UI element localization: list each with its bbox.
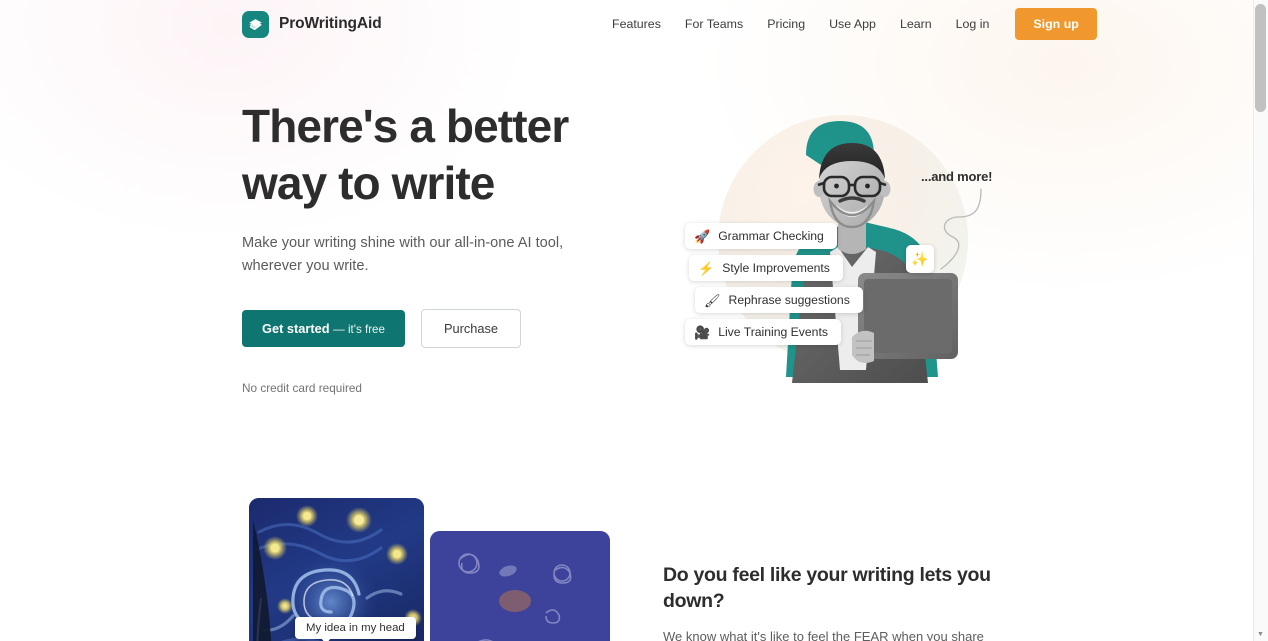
feature-card-grammar-checking[interactable]: 🚀 Grammar Checking — [685, 223, 837, 249]
rocket-icon: 🚀 — [694, 228, 711, 244]
feature-card-label: Grammar Checking — [718, 229, 824, 243]
writing-lets-you-down-section: My idea in my head Do you feel like your… — [0, 470, 1253, 641]
get-started-button[interactable]: Get started — it's free — [242, 310, 405, 347]
section-two-copy: Do you feel like your writing lets you d… — [663, 562, 1023, 641]
get-started-sublabel: — it's free — [333, 323, 385, 336]
nav-item-features[interactable]: Features — [600, 11, 673, 37]
hero-subtitle: Make your writing shine with our all-in-… — [242, 235, 564, 274]
feature-card-list: 🚀 Grammar Checking ⚡ Style Improvements … — [685, 223, 863, 345]
hero-illustration: ...and more! ✨ 🚀 Grammar Checking ⚡ Styl… — [655, 95, 1025, 395]
sparse-painting-card — [430, 531, 610, 641]
sparkle-badge-icon: ✨ — [906, 245, 934, 273]
section-two-title: Do you feel like your writing lets you d… — [663, 564, 991, 612]
hero-title: There's a better way to write — [242, 98, 642, 212]
feature-card-style-improvements[interactable]: ⚡ Style Improvements — [689, 255, 843, 281]
paintbrush-icon: 🖌 — [704, 292, 721, 308]
nav-item-log-in[interactable]: Log in — [944, 11, 1002, 37]
nav-item-use-app[interactable]: Use App — [817, 11, 888, 37]
video-camera-icon: 🎥 — [694, 324, 711, 340]
purchase-button[interactable]: Purchase — [420, 309, 522, 348]
nav-item-for-teams[interactable]: For Teams — [673, 11, 755, 37]
and-more-label: ...and more! — [921, 169, 993, 184]
page-viewport: ProWritingAid Features For Teams Pricing… — [0, 0, 1268, 641]
sparkle-icon: ✨ — [911, 250, 929, 267]
idea-comparison-illustration: My idea in my head — [249, 498, 629, 641]
brand-name: ProWritingAid — [279, 15, 382, 32]
site-header: ProWritingAid Features For Teams Pricing… — [0, 0, 1253, 48]
feature-card-label: Style Improvements — [722, 261, 830, 275]
no-credit-card-note: No credit card required — [242, 381, 362, 395]
nav-item-learn[interactable]: Learn — [888, 11, 944, 37]
page-scrollbar[interactable]: ▲ ▼ — [1253, 0, 1268, 641]
feature-card-label: Rephrase suggestions — [728, 293, 850, 307]
hero-copy: There's a better way to write Make your … — [242, 98, 642, 395]
scrollbar-thumb[interactable] — [1255, 4, 1266, 112]
sign-up-button[interactable]: Sign up — [1015, 8, 1097, 40]
my-idea-in-my-head-tag: My idea in my head — [295, 617, 416, 641]
feature-card-rephrase-suggestions[interactable]: 🖌 Rephrase suggestions — [695, 287, 863, 313]
feature-card-label: Live Training Events — [718, 325, 828, 339]
hero-title-line-2: way to write — [242, 157, 495, 209]
hero-title-line-1: There's a better — [242, 100, 569, 152]
scroll-down-arrow-icon[interactable]: ▼ — [1253, 627, 1268, 641]
prowritingaid-logo-icon — [242, 10, 269, 38]
lightning-bolt-icon: ⚡ — [698, 260, 715, 276]
nav-item-pricing[interactable]: Pricing — [755, 11, 817, 37]
get-started-label: Get started — [262, 321, 330, 336]
hero-section: There's a better way to write Make your … — [0, 0, 1253, 470]
feature-card-live-training-events[interactable]: 🎥 Live Training Events — [685, 319, 841, 345]
brand-logo-link[interactable]: ProWritingAid — [242, 10, 382, 38]
section-two-body: We know what it's like to feel the FEAR … — [663, 629, 984, 641]
main-navigation: Features For Teams Pricing Use App Learn… — [600, 8, 1097, 40]
hero-cta-group: Get started — it's free Purchase — [242, 309, 642, 348]
